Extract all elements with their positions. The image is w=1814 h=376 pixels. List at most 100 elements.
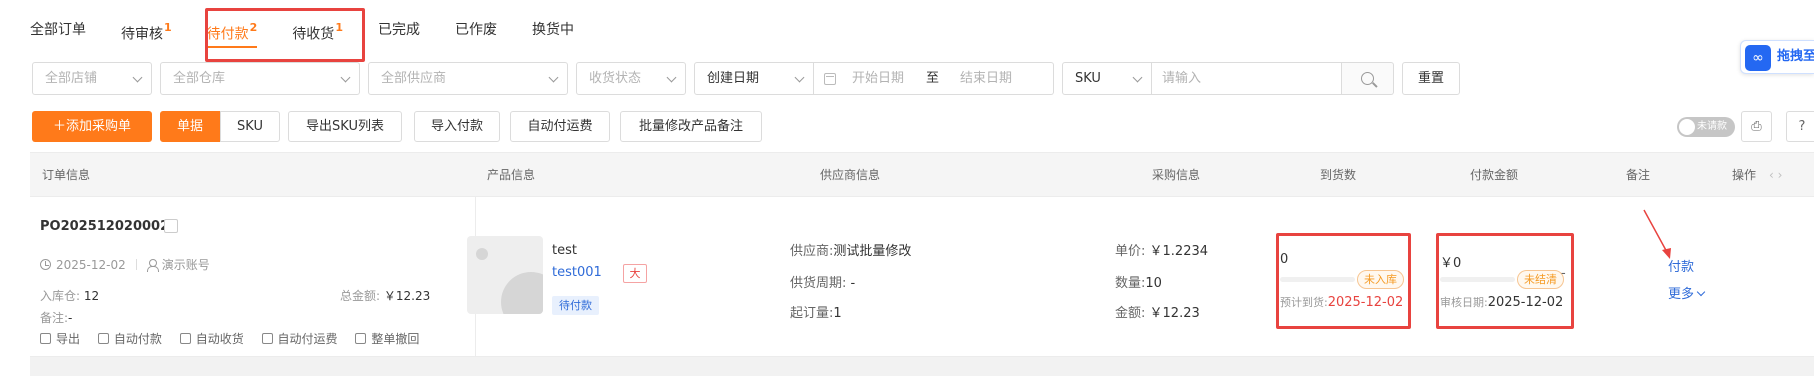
payment-status-badge: 未结清 xyxy=(1517,270,1564,289)
box-icon xyxy=(179,333,191,344)
export-op[interactable]: 导出 xyxy=(40,330,80,347)
clock-icon xyxy=(40,259,51,270)
batch-edit-remark-button[interactable]: 批量修改产品备注 xyxy=(620,111,762,142)
total-amount-line: 总金额: ￥12.23 xyxy=(340,289,431,303)
arrival-progress-bar xyxy=(1280,277,1355,282)
order-account: 演示账号 xyxy=(161,258,210,272)
chevron-down-icon xyxy=(1696,287,1706,297)
tab-pending-payment[interactable]: 待付款2 xyxy=(206,0,258,60)
search-button[interactable] xyxy=(1342,62,1394,95)
audit-date-value: 2025-12-02 xyxy=(1487,295,1564,310)
chevron-down-icon xyxy=(340,72,351,83)
drag-drop-widget[interactable]: ∞ 拖拽至此 xyxy=(1740,40,1814,74)
calendar-icon xyxy=(824,73,836,85)
help-button[interactable]: ? xyxy=(1786,111,1814,142)
table-bottom-bar xyxy=(30,357,1814,376)
chevron-down-icon xyxy=(1132,72,1143,83)
import-payment-button[interactable]: 导入付款 xyxy=(414,111,500,142)
order-date: 2025-12-02 xyxy=(56,258,126,272)
remark-column-value: - xyxy=(1561,266,1566,281)
col-order-info: 订单信息 xyxy=(42,168,91,182)
withdraw-order-op[interactable]: 整单撤回 xyxy=(355,330,419,347)
table-header: 订单信息 产品信息 供应商信息 采购信息 到货数 付款金额 备注 操作 ‹ › xyxy=(30,152,1814,197)
product-sku-link[interactable]: test001 xyxy=(552,265,602,280)
unrequested-toggle[interactable]: 未请款 xyxy=(1677,117,1735,137)
supply-cycle-line: 供货周期: - xyxy=(790,276,856,291)
order-meta-line: 2025-12-02 演示账号 xyxy=(40,256,210,273)
col-supplier-info: 供应商信息 xyxy=(820,168,881,182)
print-button[interactable]: ⎙ xyxy=(1741,111,1772,142)
supplier-select[interactable]: 全部供应商 xyxy=(368,62,568,95)
chevron-down-icon xyxy=(794,72,805,83)
col-payment-amount: 付款金额 xyxy=(1470,168,1519,182)
help-icon: ? xyxy=(1798,119,1806,134)
audit-date-line: 审核日期:2025-12-02 xyxy=(1440,295,1564,310)
supply-cycle-value: - xyxy=(850,276,856,291)
remark-line: 备注:- xyxy=(40,311,73,325)
moq-value: 1 xyxy=(833,306,842,321)
grid-icon xyxy=(97,333,109,344)
tab-all-orders[interactable]: 全部订单 xyxy=(30,0,86,60)
tab-pending-review[interactable]: 待审核1 xyxy=(121,0,172,60)
row-checkbox[interactable] xyxy=(164,219,178,233)
size-badge: 大 xyxy=(623,264,647,283)
column-scroll-arrows[interactable]: ‹ › xyxy=(1769,153,1782,198)
product-image-placeholder xyxy=(467,236,543,314)
auto-freight-op[interactable]: 自动付运费 xyxy=(261,330,338,347)
payment-progress-bar xyxy=(1440,277,1515,282)
auto-receive-op[interactable]: 自动收货 xyxy=(179,330,244,347)
add-purchase-order-button[interactable]: ＋添加采购单 xyxy=(32,111,152,142)
row-operations: 导出 自动付款 自动收货 自动付运费 整单撤回 xyxy=(40,330,433,347)
receive-status-select[interactable]: 收货状态 xyxy=(576,62,686,95)
order-number[interactable]: PO202512020002 xyxy=(40,219,169,234)
drag-drop-label: 拖拽至此 xyxy=(1777,49,1814,64)
chevron-down-icon xyxy=(666,72,677,83)
grid-icon xyxy=(261,333,273,344)
auto-pay-freight-button[interactable]: 自动付运费 xyxy=(510,111,610,142)
col-purchase-info: 采购信息 xyxy=(1152,168,1201,182)
date-range-separator: 至 xyxy=(926,71,940,86)
cloud-logo-icon: ∞ xyxy=(1745,45,1771,71)
start-date-input[interactable]: 开始日期 xyxy=(852,63,904,94)
quantity-line: 数量:10 xyxy=(1115,276,1162,291)
view-sku-button[interactable]: SKU xyxy=(220,111,280,142)
col-product-info: 产品信息 xyxy=(487,168,536,182)
reset-button[interactable]: 重置 xyxy=(1402,62,1460,95)
supplier-line: 供应商:测试批量修改 xyxy=(790,244,912,259)
expected-arrival-date: 2025-12-02 xyxy=(1327,295,1404,310)
tab-completed[interactable]: 已完成 xyxy=(378,0,420,60)
chevron-down-icon xyxy=(132,72,143,83)
warehouse-value: 12 xyxy=(83,289,100,303)
date-type-select[interactable]: 创建日期 xyxy=(694,62,814,95)
more-dropdown[interactable]: 更多 xyxy=(1668,283,1706,302)
end-date-input[interactable]: 结束日期 xyxy=(960,63,1012,94)
supplier-value: 测试批量修改 xyxy=(833,244,912,259)
search-field-select[interactable]: SKU xyxy=(1062,62,1152,95)
expected-arrival-line: 预计到货:2025-12-02 xyxy=(1280,295,1404,310)
auto-pay-op[interactable]: 自动付款 xyxy=(97,330,162,347)
export-sku-list-button[interactable]: 导出SKU列表 xyxy=(288,111,402,142)
tab-count-badge: 2 xyxy=(249,21,258,34)
search-input[interactable]: 请输入 xyxy=(1152,62,1342,95)
remark-value: - xyxy=(68,311,73,325)
date-range-picker[interactable]: 开始日期 至 结束日期 xyxy=(814,62,1054,95)
tab-exchanging[interactable]: 换货中 xyxy=(532,0,574,60)
search-icon xyxy=(1361,72,1374,85)
toggle-knob xyxy=(1679,119,1695,135)
tab-count-badge: 1 xyxy=(335,21,343,34)
quantity-value: 10 xyxy=(1145,276,1162,291)
col-remark: 备注 xyxy=(1626,168,1651,182)
chevron-down-icon xyxy=(548,72,559,83)
tab-count-badge: 1 xyxy=(164,21,172,34)
lock-icon xyxy=(355,333,367,344)
tab-voided[interactable]: 已作废 xyxy=(455,0,497,60)
pay-link[interactable]: 付款 xyxy=(1668,256,1694,275)
total-amount-value: ￥12.23 xyxy=(383,289,431,303)
store-select[interactable]: 全部店铺 xyxy=(32,62,152,95)
tab-pending-receipt[interactable]: 待收货1 xyxy=(292,0,343,60)
amount-value: ￥12.23 xyxy=(1149,306,1200,321)
warehouse-line: 入库仓: 12 xyxy=(40,289,100,303)
print-icon: ⎙ xyxy=(1751,119,1762,134)
view-document-button[interactable]: 单据 xyxy=(160,111,220,142)
warehouse-select[interactable]: 全部仓库 xyxy=(160,62,360,95)
